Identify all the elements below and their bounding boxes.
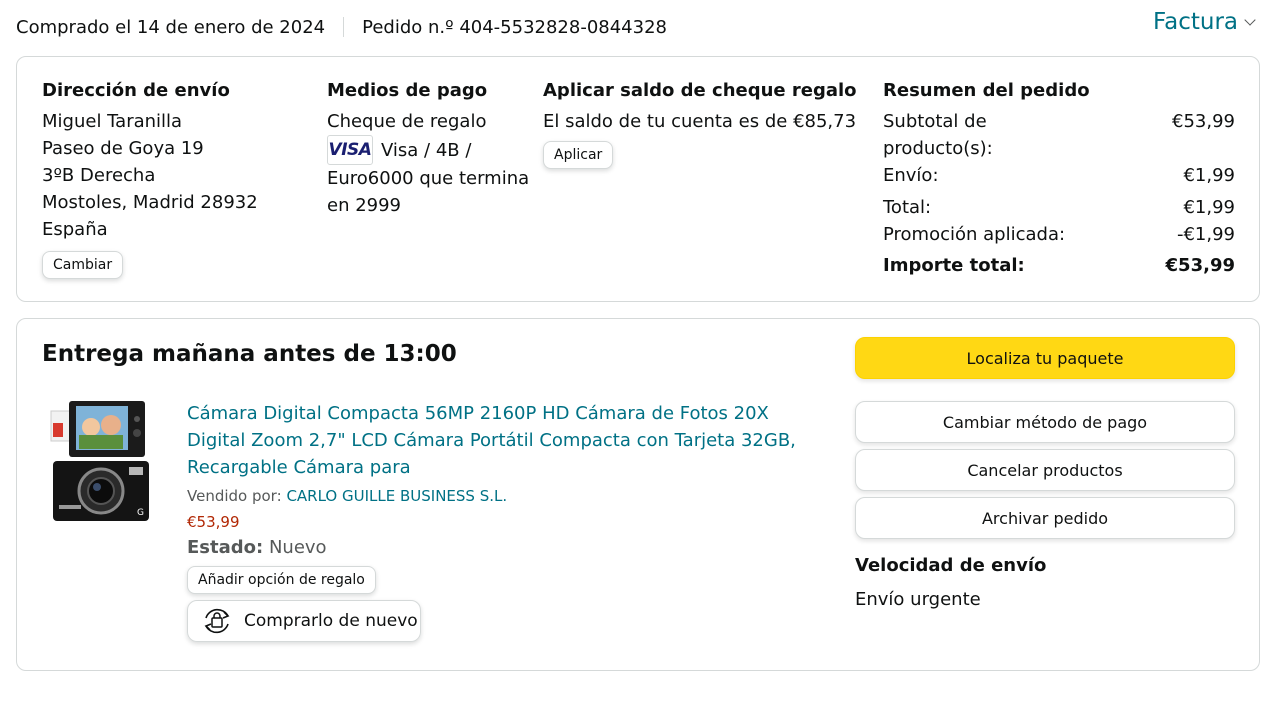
product-info: Cámara Digital Compacta 56MP 2160P HD Cá… [187, 400, 827, 642]
visa-logo-icon: VISA [327, 135, 373, 165]
svg-text:G: G [137, 508, 144, 518]
shipping-speed-heading: Velocidad de envío [855, 555, 1047, 576]
summary-value: -€1,99 [1176, 224, 1235, 245]
payment-section: Medios de pago Cheque de regalo VISA Vis… [327, 77, 532, 219]
apply-balance-button[interactable]: Aplicar [543, 141, 614, 169]
total-label: Importe total: [883, 255, 1025, 276]
product-price: €53,99 [187, 513, 240, 531]
summary-row: Promoción aplicada: -€1,99 [883, 221, 1235, 248]
summary-label: Total: [883, 197, 932, 218]
shipping-heading: Dirección de envío [42, 80, 230, 101]
total-value: €53,99 [1165, 255, 1235, 276]
address-line: Miguel Taranilla [42, 111, 183, 132]
address-line: España [42, 219, 108, 240]
divider [343, 17, 345, 37]
address-line: Mostoles, Madrid 28932 [42, 192, 258, 213]
cancel-products-button[interactable]: Cancelar productos [855, 449, 1235, 491]
order-details-card: Dirección de envío Miguel Taranilla Pase… [16, 56, 1260, 302]
invoice-dropdown[interactable]: Factura [1152, 9, 1256, 35]
summary-label: Subtotal de producto(s): [883, 111, 993, 159]
summary-row: Total: €1,99 [883, 194, 1235, 221]
order-number: Pedido n.º 404-5532828-0844328 [362, 16, 667, 38]
invoice-label: Factura [1152, 9, 1238, 35]
buy-again-icon [204, 608, 230, 634]
summary-heading: Resumen del pedido [883, 80, 1090, 101]
summary-value: €53,99 [1172, 111, 1235, 132]
gift-card-method: Cheque de regalo [327, 111, 487, 132]
gift-balance-section: Aplicar saldo de cheque regalo El saldo … [543, 77, 863, 169]
product-title-link[interactable]: Cámara Digital Compacta 56MP 2160P HD Cá… [187, 400, 827, 481]
add-gift-option-button[interactable]: Añadir opción de regalo [187, 566, 376, 594]
summary-row: Subtotal de producto(s): €53,99 [883, 108, 1235, 162]
delivery-title: Entrega mañana antes de 13:00 [42, 341, 457, 367]
state-label: Estado: [187, 537, 264, 558]
archive-order-button[interactable]: Archivar pedido [855, 497, 1235, 539]
change-payment-button[interactable]: Cambiar método de pago [855, 401, 1235, 443]
buy-again-button[interactable]: Comprarlo de nuevo [187, 600, 421, 642]
order-summary-section: Resumen del pedido Subtotal de producto(… [883, 77, 1235, 279]
state-value: Nuevo [268, 537, 327, 558]
purchase-date: Comprado el 14 de enero de 2024 [16, 16, 326, 38]
summary-row: Envío: €1,99 [883, 162, 1235, 189]
shipping-address-section: Dirección de envío Miguel Taranilla Pase… [42, 77, 312, 279]
summary-label: Envío: [883, 165, 939, 186]
summary-total-row: Importe total: €53,99 [883, 252, 1235, 279]
track-package-button[interactable]: Localiza tu paquete [855, 337, 1235, 379]
order-header: Comprado el 14 de enero de 2024 Pedido n… [16, 14, 667, 40]
sold-by-label: Vendido por: [187, 487, 282, 505]
card-text-ending: Euro6000 que termina en 2999 [327, 168, 530, 216]
gift-balance-text: El saldo de tu cuenta es de €85,73 [543, 111, 857, 132]
summary-value: €1,99 [1183, 165, 1235, 186]
change-address-button[interactable]: Cambiar [42, 251, 124, 279]
card-method: VISA Visa / 4B / [327, 135, 532, 165]
address-line: Paseo de Goya 19 [42, 138, 204, 159]
summary-label: Promoción aplicada: [883, 224, 1066, 245]
payment-heading: Medios de pago [327, 80, 488, 101]
gift-balance-heading: Aplicar saldo de cheque regalo [543, 80, 857, 101]
card-text: Visa / 4B / [381, 139, 472, 161]
seller-link[interactable]: CARLO GUILLE BUSINESS S.L. [286, 487, 507, 505]
summary-value: €1,99 [1183, 197, 1235, 218]
product-image[interactable]: G [49, 399, 153, 525]
product-state: Estado: Nuevo [187, 536, 827, 560]
shipping-speed-value: Envío urgente [855, 589, 981, 610]
order-actions: Localiza tu paquete Cambiar método de pa… [855, 337, 1235, 613]
buy-again-label: Comprarlo de nuevo [244, 611, 418, 631]
chevron-down-icon [1244, 14, 1256, 26]
seller-line: Vendido por: CARLO GUILLE BUSINESS S.L. [187, 485, 827, 507]
address-line: 3ºB Derecha [42, 165, 156, 186]
delivery-card: Entrega mañana antes de 13:00 G Cámara D… [16, 318, 1260, 671]
